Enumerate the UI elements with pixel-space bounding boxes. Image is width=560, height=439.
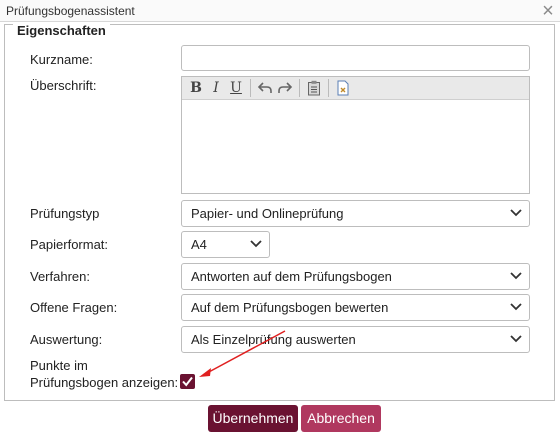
close-icon[interactable]: × (538, 1, 558, 21)
fieldset-legend: Eigenschaften (13, 23, 110, 38)
chevron-down-icon (250, 240, 262, 248)
papierformat-select[interactable]: A4 (181, 231, 270, 258)
pruefungstyp-select[interactable]: Papier- und Onlineprüfung (181, 200, 530, 227)
offene-fragen-label: Offene Fragen: (30, 300, 118, 315)
ueberschrift-label: Überschrift: (30, 78, 97, 93)
punkte-checkbox[interactable] (180, 374, 195, 389)
papierformat-value: A4 (191, 237, 207, 252)
kurzname-input[interactable] (181, 45, 530, 71)
papierformat-label: Papierformat: (30, 237, 109, 252)
toolbar-separator (250, 79, 251, 97)
redo-icon[interactable] (275, 78, 295, 98)
punkte-label-line2: Prüfungsbogen anzeigen: (30, 375, 179, 390)
punkte-label-line1: Punkte im (30, 358, 88, 373)
undo-icon[interactable] (255, 78, 275, 98)
checkmark-icon (182, 376, 193, 387)
auswertung-value: Als Einzelprüfung auswerten (191, 332, 356, 347)
toolbar-separator (328, 79, 329, 97)
auswertung-label: Auswertung: (30, 332, 103, 347)
pruefungstyp-label: Prüfungstyp (30, 206, 100, 221)
dialog-title: Prüfungsbogenassistent (6, 4, 135, 18)
verfahren-select[interactable]: Antworten auf dem Prüfungsbogen (181, 263, 530, 290)
offene-fragen-select[interactable]: Auf dem Prüfungsbogen bewerten (181, 294, 530, 321)
underline-button[interactable]: U (226, 78, 246, 98)
chevron-down-icon (510, 303, 522, 311)
ueberschrift-editor[interactable]: B I U (181, 76, 530, 194)
editor-toolbar: B I U (182, 77, 529, 100)
apply-button[interactable]: Übernehmen (208, 405, 298, 432)
dialog-titlebar: Prüfungsbogenassistent × (0, 0, 560, 22)
cancel-button[interactable]: Abbrechen (301, 405, 381, 432)
chevron-down-icon (510, 272, 522, 280)
toolbar-separator (299, 79, 300, 97)
pruefungstyp-value: Papier- und Onlineprüfung (191, 206, 344, 221)
chevron-down-icon (510, 209, 522, 217)
verfahren-label: Verfahren: (30, 269, 90, 284)
verfahren-value: Antworten auf dem Prüfungsbogen (191, 269, 392, 284)
auswertung-select[interactable]: Als Einzelprüfung auswerten (181, 326, 530, 353)
paste-icon[interactable] (304, 78, 324, 98)
bold-button[interactable]: B (186, 78, 206, 98)
source-icon[interactable] (333, 78, 353, 98)
offene-fragen-value: Auf dem Prüfungsbogen bewerten (191, 300, 389, 315)
italic-button[interactable]: I (206, 78, 226, 98)
chevron-down-icon (510, 335, 522, 343)
kurzname-label: Kurzname: (30, 52, 93, 67)
